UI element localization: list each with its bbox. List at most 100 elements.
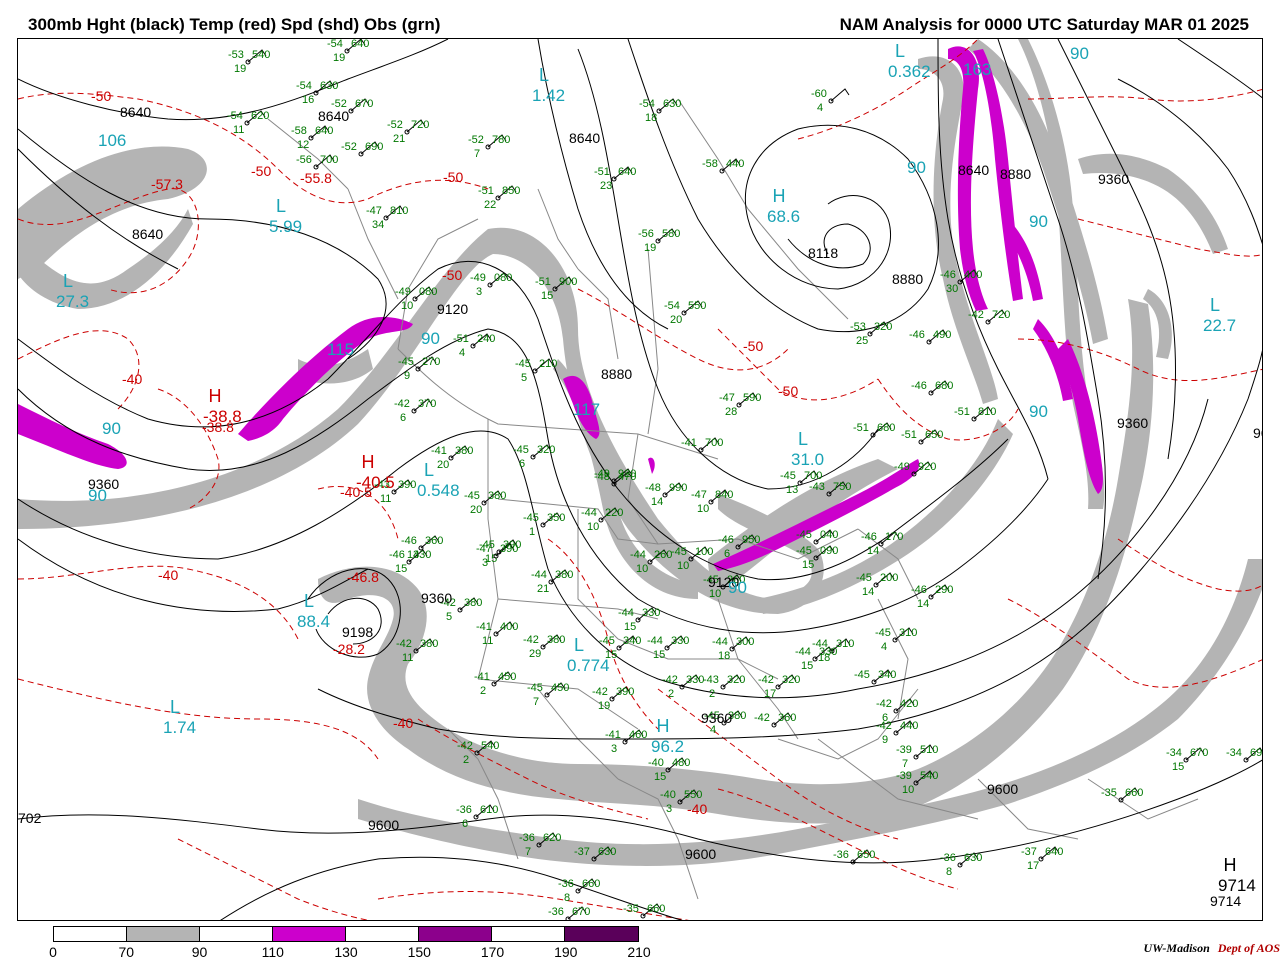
temp-label: -50: [778, 383, 798, 399]
weather-map: -53 54019-54 64019-54 63016-54 62011-52 670-5…: [18, 39, 1263, 920]
legend-tick-label: 210: [627, 944, 651, 960]
obs-temperature: -47: [719, 392, 735, 404]
shade-70-90: [1078, 153, 1228, 254]
obs-height: 680: [935, 380, 953, 392]
height-contour: [1177, 39, 1262, 99]
height-label: 8640: [120, 104, 151, 120]
obs-temperature: -44: [647, 635, 663, 647]
obs-temperature: -37: [574, 846, 590, 858]
obs-height: 680: [877, 422, 895, 434]
high-center-marker: H: [657, 716, 670, 736]
obs-temperature: -46: [911, 584, 927, 596]
obs-temperature: -46: [718, 534, 734, 546]
legend-swatch: [492, 927, 565, 941]
obs-dewpoint: 10: [697, 503, 709, 515]
obs-temperature: -49: [894, 461, 910, 473]
height-label: 9360: [421, 590, 452, 606]
obs-height: 590: [743, 392, 761, 404]
obs-temperature: -44: [581, 507, 597, 519]
obs-dewpoint: 17: [1027, 860, 1039, 872]
obs-dewpoint: 30: [946, 283, 958, 295]
obs-height: 330: [686, 674, 704, 686]
center-value: 0.362: [888, 62, 931, 81]
obs-height: 550: [688, 300, 706, 312]
obs-height: 330: [671, 635, 689, 647]
obs-temperature: -45: [854, 669, 870, 681]
obs-dewpoint: 6: [519, 458, 525, 470]
station-plot: -47 590 28: [719, 392, 761, 418]
obs-height: 170: [885, 531, 903, 543]
obs-dewpoint: 19: [234, 63, 246, 75]
obs-dewpoint: 25: [856, 335, 868, 347]
temp-label: -50: [743, 338, 763, 354]
low-center-marker: L: [1210, 295, 1220, 315]
height-contour: [577, 48, 879, 490]
obs-height: 670: [572, 906, 590, 918]
obs-height: 440: [900, 720, 918, 732]
obs-temperature: -40: [660, 789, 676, 801]
obs-temperature: -47: [366, 205, 382, 217]
obs-height: 450: [498, 671, 516, 683]
obs-height: 720: [992, 309, 1010, 321]
obs-height: 220: [605, 507, 623, 519]
obs-temperature: -51: [594, 166, 610, 178]
obs-height: 580: [662, 228, 680, 240]
obs-height: 540: [481, 740, 499, 752]
speed-label: 90: [1029, 212, 1048, 231]
obs-temperature: -46: [909, 329, 925, 341]
obs-dewpoint: 15: [653, 649, 665, 661]
obs-dewpoint: 15: [624, 621, 636, 633]
obs-temperature: -42: [968, 309, 984, 321]
station-plot: -51 650: [901, 429, 943, 445]
credit-line: UW-Madison Dept of AOS: [1144, 941, 1280, 956]
legend-tick-label: 110: [261, 944, 284, 960]
station-plot: -54 630 18: [639, 98, 681, 124]
obs-temperature: -42: [394, 398, 410, 410]
obs-dewpoint: 9: [404, 370, 410, 382]
obs-temperature: -42: [754, 712, 770, 724]
height-label: 96: [1253, 425, 1263, 441]
obs-dewpoint: 11: [482, 635, 493, 647]
obs-height: 100: [695, 546, 713, 558]
obs-temperature: -41: [476, 621, 492, 633]
low-center-marker: L: [63, 271, 73, 291]
obs-height: 460: [629, 729, 647, 741]
center-value: 9714: [1218, 876, 1256, 895]
obs-temperature: -60: [811, 88, 827, 100]
station-plot: -604: [811, 88, 850, 114]
obs-temperature: -49: [470, 272, 486, 284]
station-plot: -54 620 11: [227, 110, 269, 136]
height-label: 8640: [958, 162, 989, 178]
obs-temperature: -46: [940, 269, 956, 281]
shade-70-90: [18, 146, 207, 279]
obs-height: 700: [320, 154, 338, 166]
obs-height: 610: [480, 804, 498, 816]
low-center-marker: L: [304, 591, 314, 611]
obs-height: 640: [618, 166, 636, 178]
station-plot: -45 320 6: [513, 444, 555, 470]
height-label: 9600: [685, 846, 716, 862]
obs-temperature: -52: [387, 119, 403, 131]
obs-dewpoint: 28: [725, 406, 737, 418]
station-plot: -46 680: [911, 380, 953, 396]
obs-dewpoint: 15: [802, 559, 814, 571]
obs-height: 420: [900, 698, 918, 710]
obs-height: 630: [320, 80, 338, 92]
temp-label: -28.2: [333, 641, 365, 657]
station-plot: -44 380 21: [531, 569, 573, 595]
station-plot: -56 700: [296, 154, 338, 170]
high-center-marker: H: [362, 452, 375, 472]
obs-temperature: -45: [599, 635, 615, 647]
obs-temperature: -43: [703, 674, 719, 686]
legend-tick-label: 70: [118, 944, 135, 960]
station-plot: -52 780 7: [468, 134, 510, 160]
obs-height: 620: [251, 110, 269, 122]
station-plot: -42 360: [754, 712, 796, 728]
obs-dewpoint: 5: [446, 611, 452, 623]
obs-temperature: -45: [875, 627, 891, 639]
wind-speed-shading: [18, 39, 1262, 866]
station-plot: -41 460 3: [605, 729, 647, 755]
obs-height: 670: [1190, 747, 1208, 759]
obs-temperature: -39: [896, 744, 912, 756]
obs-dewpoint: 7: [474, 148, 480, 160]
